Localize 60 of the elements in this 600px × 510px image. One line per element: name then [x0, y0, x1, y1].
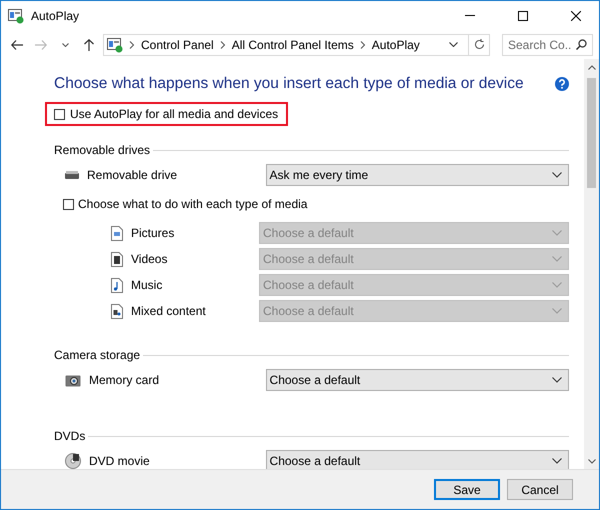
chevron-down-icon — [552, 308, 562, 314]
up-arrow-icon — [84, 38, 94, 50]
section-title: Removable drives — [54, 143, 150, 157]
breadcrumb[interactable]: All Control Panel Items — [232, 38, 354, 52]
chevron-right-icon — [220, 40, 226, 48]
close-icon — [571, 10, 581, 20]
forward-arrow-icon — [35, 40, 47, 50]
media-label: DVD movie — [89, 454, 150, 468]
control-panel-icon — [107, 36, 123, 52]
video-file-icon — [111, 252, 123, 266]
checkbox[interactable] — [63, 198, 74, 210]
media-label: Pictures — [131, 226, 174, 240]
refresh-icon — [474, 39, 484, 50]
chevron-down-icon — [552, 256, 562, 262]
chevron-down-icon — [552, 230, 562, 236]
scroll-down-icon[interactable] — [588, 458, 596, 464]
media-label: Memory card — [89, 373, 160, 387]
app-icon — [8, 8, 24, 24]
maximize-icon — [518, 10, 528, 20]
chevron-down-icon[interactable] — [448, 42, 458, 47]
page-heading: Choose what happens when you insert each type of media or device — [54, 75, 524, 93]
window-title: AutoPlay — [31, 8, 80, 22]
dropdown[interactable]: Choose a default — [266, 450, 569, 469]
chevron-right-icon — [360, 40, 366, 48]
save-button[interactable]: Save — [434, 479, 500, 500]
media-label: Removable drive — [87, 168, 178, 182]
checkbox-label[interactable]: Choose what to do with each type of media — [78, 197, 308, 211]
address-bar[interactable]: Control Panel All Control Panel Items AutoPlay — [103, 34, 490, 56]
drive-icon — [65, 171, 79, 179]
media-label: Mixed content — [131, 304, 206, 318]
scrollbar[interactable] — [584, 59, 599, 469]
scroll-thumb[interactable] — [587, 78, 596, 188]
help-icon[interactable] — [555, 77, 569, 91]
chevron-down-icon — [552, 458, 562, 464]
camera-icon — [65, 374, 81, 386]
section-title: Camera storage — [54, 348, 140, 362]
search-icon — [576, 38, 587, 50]
media-label: Music — [131, 278, 162, 292]
breadcrumb[interactable]: Control Panel — [141, 38, 214, 52]
checkbox-label[interactable]: Use AutoPlay for all media and devices — [70, 107, 278, 121]
search-field[interactable]: Search Co... — [502, 34, 593, 56]
section-title: DVDs — [54, 429, 86, 443]
cancel-button[interactable]: Cancel — [507, 479, 573, 500]
dropdown[interactable]: Ask me every time — [266, 164, 569, 186]
chevron-down-icon — [62, 42, 68, 46]
scroll-up-icon[interactable] — [588, 64, 596, 70]
minimize-icon — [465, 15, 475, 16]
mixed-file-icon — [111, 304, 123, 318]
back-arrow-icon — [11, 40, 23, 50]
music-file-icon — [111, 278, 123, 292]
dropdown[interactable]: Choose a default — [266, 369, 569, 391]
picture-file-icon — [111, 226, 123, 240]
chevron-down-icon — [552, 172, 562, 178]
chevron-right-icon — [129, 40, 135, 48]
chevron-down-icon — [552, 282, 562, 288]
chevron-down-icon — [552, 377, 562, 383]
dvd-icon — [65, 453, 81, 469]
media-label: Videos — [131, 252, 168, 266]
checkbox[interactable] — [54, 108, 65, 120]
breadcrumb[interactable]: AutoPlay — [372, 38, 420, 52]
